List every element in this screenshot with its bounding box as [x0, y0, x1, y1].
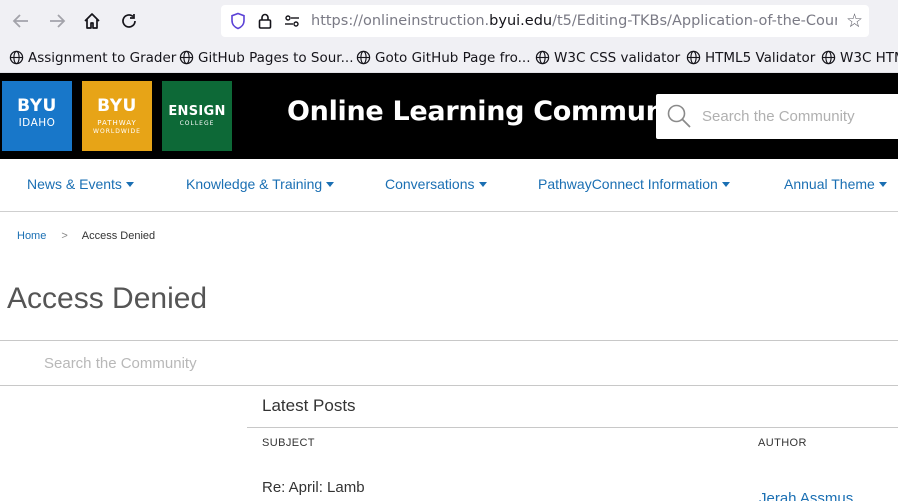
browser-toolbar: https://onlineinstruction.byui.edu/t5/Ed…	[0, 0, 898, 42]
main-navigation: News & Events Knowledge & Training Conve…	[0, 159, 898, 212]
page-title: Access Denied	[7, 282, 208, 315]
home-icon	[84, 13, 100, 29]
globe-icon	[686, 50, 701, 65]
nav-conversations[interactable]: Conversations	[385, 176, 487, 192]
column-header-author[interactable]: AUTHOR	[758, 437, 807, 449]
search-icon[interactable]	[666, 103, 692, 129]
ensign-college-logo[interactable]: ENSIGN COLLEGE	[162, 81, 232, 151]
bookmark-label: W3C CSS validator	[554, 50, 681, 66]
content-search-input[interactable]	[44, 341, 644, 385]
bookmarks-toolbar: Assignment to Grader GitHub Pages to Sou…	[0, 42, 898, 73]
byu-pathway-logo[interactable]: BYU PATHWAY WORLDWIDE	[82, 81, 152, 151]
bookmark-item[interactable]: W3C CSS validator	[535, 49, 680, 67]
home-button[interactable]	[80, 9, 104, 33]
nav-pathwayconnect-information[interactable]: PathwayConnect Information	[538, 176, 730, 192]
bookmark-star-icon[interactable]: ☆	[846, 10, 863, 32]
nav-label: Conversations	[385, 176, 475, 192]
caret-down-icon	[721, 182, 730, 187]
post-subject-link[interactable]: Re: April: Lamb	[262, 479, 365, 496]
logo-text: ENSIGN	[168, 104, 226, 119]
nav-annual-theme[interactable]: Annual Theme	[784, 176, 887, 192]
bookmark-label: GitHub Pages to Sour...	[198, 50, 354, 66]
reload-button[interactable]	[117, 9, 141, 33]
content-search-bar[interactable]	[0, 340, 898, 386]
breadcrumb-separator: >	[61, 230, 68, 242]
nav-label: Annual Theme	[784, 176, 875, 192]
logo-text: BYU	[97, 96, 137, 116]
url-prefix: https://onlineinstruction.	[311, 13, 490, 29]
caret-down-icon	[125, 182, 134, 187]
breadcrumb-home-link[interactable]: Home	[17, 230, 46, 242]
post-author-link[interactable]: Jerah Assmus	[759, 490, 853, 501]
back-arrow-icon	[12, 14, 28, 28]
header-search-box[interactable]	[656, 94, 898, 139]
logo-subtext: COLLEGE	[179, 120, 215, 127]
column-header-subject[interactable]: SUBJECT	[262, 437, 315, 449]
nav-news-events[interactable]: News & Events	[27, 176, 134, 192]
logo-text: BYU	[17, 96, 57, 116]
bookmark-label: Goto GitHub Page fro...	[375, 50, 531, 66]
logo-subtext: PATHWAY	[97, 119, 137, 127]
logo-subtext: WORLDWIDE	[93, 128, 141, 135]
breadcrumb: Home > Access Denied	[17, 230, 155, 242]
bookmark-label: Assignment to Grader	[28, 50, 177, 66]
bookmark-label: HTML5 Validator	[705, 50, 816, 66]
header-search-input[interactable]	[702, 94, 898, 139]
bookmark-item[interactable]: GitHub Pages to Sour...	[179, 49, 354, 67]
nav-label: News & Events	[27, 176, 122, 192]
nav-knowledge-training[interactable]: Knowledge & Training	[186, 176, 335, 192]
bookmark-item[interactable]: Goto GitHub Page fro...	[356, 49, 531, 67]
url-text[interactable]: https://onlineinstruction.byui.edu/t5/Ed…	[311, 5, 837, 37]
logo-subtext: IDAHO	[18, 117, 56, 129]
bookmark-item[interactable]: HTML5 Validator	[686, 49, 815, 67]
tracking-protection-shield-icon[interactable]	[229, 12, 247, 30]
divider	[247, 427, 898, 428]
breadcrumb-current: Access Denied	[81, 230, 156, 242]
lock-icon[interactable]	[256, 12, 274, 30]
globe-icon	[821, 50, 836, 65]
nav-label: Knowledge & Training	[186, 176, 323, 192]
site-header: BYU IDAHO BYU PATHWAY WORLDWIDE ENSIGN C…	[0, 73, 898, 159]
latest-posts-heading: Latest Posts	[262, 396, 356, 415]
bookmark-item[interactable]: W3C HTM	[821, 49, 898, 67]
globe-icon	[179, 50, 194, 65]
nav-label: PathwayConnect Information	[538, 176, 718, 192]
bookmark-item[interactable]: Assignment to Grader	[9, 49, 176, 67]
reload-icon	[122, 14, 136, 28]
byu-idaho-logo[interactable]: BYU IDAHO	[2, 81, 72, 151]
url-domain: byui.edu	[489, 13, 553, 29]
back-button[interactable]	[9, 9, 33, 33]
caret-down-icon	[326, 182, 335, 187]
forward-button[interactable]	[45, 9, 69, 33]
globe-icon	[535, 50, 550, 65]
bookmark-label: W3C HTM	[840, 50, 898, 66]
permissions-icon[interactable]	[283, 12, 301, 30]
globe-icon	[356, 50, 371, 65]
forward-arrow-icon	[50, 14, 66, 28]
site-title[interactable]: Online Learning Community	[287, 96, 704, 127]
caret-down-icon	[878, 182, 887, 187]
address-bar[interactable]: https://onlineinstruction.byui.edu/t5/Ed…	[221, 5, 869, 37]
caret-down-icon	[478, 182, 487, 187]
url-path: /t5/Editing-TKBs/Application-of-the-Cour…	[552, 13, 837, 29]
globe-icon	[9, 50, 24, 65]
